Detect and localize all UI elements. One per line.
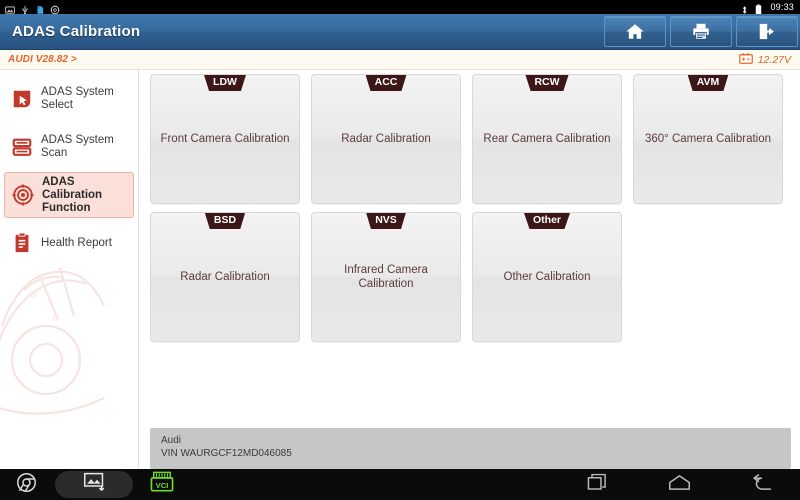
sidebar-nav-list: ADAS System Select ADAS System Scan ADAS… bbox=[0, 70, 138, 266]
calibration-card-grid: LDW Front Camera Calibration ACC Radar C… bbox=[150, 72, 791, 342]
card-tag: BSD bbox=[204, 213, 246, 229]
card-tag: RCW bbox=[525, 75, 569, 91]
version-bar: AUDI V28.82 > 12.27V bbox=[0, 50, 800, 70]
home-icon bbox=[625, 22, 645, 41]
card-label: Radar Calibration bbox=[180, 271, 270, 283]
calibration-card[interactable]: Other Other Calibration bbox=[472, 212, 622, 342]
voltage-indicator: 12.27V bbox=[738, 51, 800, 69]
back-arrow-icon bbox=[750, 473, 773, 497]
settings-icon bbox=[50, 2, 60, 15]
vehicle-info-panel: Audi VIN WAURGCF12MD046085 bbox=[150, 428, 791, 469]
app-header: ADAS Calibration bbox=[0, 14, 800, 50]
sidebar-item-label: ADAS Calibration Function bbox=[42, 175, 103, 214]
browser-button[interactable] bbox=[0, 469, 52, 500]
home-nav-button[interactable] bbox=[662, 469, 696, 500]
system-nav-group bbox=[580, 469, 800, 500]
sidebar-item-label: ADAS System Scan bbox=[41, 134, 114, 159]
calibration-card[interactable]: LDW Front Camera Calibration bbox=[150, 74, 300, 204]
card-label: Other Calibration bbox=[503, 271, 591, 283]
usb-icon bbox=[20, 2, 30, 15]
home-nav-icon bbox=[668, 473, 691, 497]
sidebar-item-label: ADAS System Select bbox=[41, 86, 114, 111]
sdcard-icon bbox=[35, 2, 45, 14]
app-root: 09:33 ADAS Calibration AUDI V28.82 > 12.… bbox=[0, 0, 800, 500]
page-title: ADAS Calibration bbox=[12, 23, 141, 40]
card-tag: NVS bbox=[366, 213, 406, 229]
recent-apps-icon bbox=[587, 473, 608, 497]
exit-button[interactable] bbox=[736, 15, 798, 47]
scan-list-icon bbox=[11, 136, 33, 158]
android-status-bar: 09:33 bbox=[0, 0, 800, 15]
clipboard-report-icon bbox=[11, 232, 33, 254]
card-tag: ACC bbox=[365, 75, 407, 91]
recent-apps-button[interactable] bbox=[580, 469, 614, 500]
bluetooth-icon bbox=[740, 2, 750, 14]
print-button[interactable] bbox=[670, 15, 732, 47]
card-label: Rear Camera Calibration bbox=[483, 133, 611, 145]
calibration-card[interactable]: AVM 360° Camera Calibration bbox=[633, 74, 783, 204]
screenshot-button[interactable] bbox=[55, 471, 133, 498]
printer-icon bbox=[691, 22, 711, 41]
back-nav-button[interactable] bbox=[744, 469, 778, 500]
card-label: Front Camera Calibration bbox=[160, 133, 290, 145]
card-tag: LDW bbox=[204, 75, 246, 91]
calibration-card[interactable]: BSD Radar Calibration bbox=[150, 212, 300, 342]
screenshot-capture-icon bbox=[83, 472, 106, 497]
sidebar-item-adas-system-scan[interactable]: ADAS System Scan bbox=[4, 124, 134, 170]
calibration-card[interactable]: ACC Radar Calibration bbox=[311, 74, 461, 204]
voltage-value: 12.27V bbox=[757, 53, 791, 66]
sidebar-item-label: Health Report bbox=[41, 236, 112, 249]
vci-button[interactable]: VCI bbox=[136, 469, 188, 500]
card-tag: AVM bbox=[687, 75, 729, 91]
header-button-group bbox=[602, 15, 800, 49]
cursor-select-icon bbox=[11, 88, 33, 110]
battery-icon bbox=[755, 2, 765, 15]
vehicle-make: Audi bbox=[161, 435, 182, 446]
status-bar-right-icons: 09:33 bbox=[740, 2, 800, 15]
sidebar-item-adas-system-select[interactable]: ADAS System Select bbox=[4, 76, 134, 122]
sidebar: ADAS System Select ADAS System Scan ADAS… bbox=[0, 70, 139, 469]
screenshot-icon bbox=[5, 2, 15, 14]
sidebar-item-health-report[interactable]: Health Report bbox=[4, 220, 134, 266]
browser-icon bbox=[16, 472, 37, 498]
card-label: Radar Calibration bbox=[341, 133, 431, 145]
target-icon bbox=[12, 184, 34, 206]
card-label: 360° Camera Calibration bbox=[644, 133, 772, 145]
nav-left-group: VCI bbox=[0, 469, 188, 500]
calibration-card[interactable]: RCW Rear Camera Calibration bbox=[472, 74, 622, 204]
calibration-card[interactable]: NVS Infrared Camera Calibration bbox=[311, 212, 461, 342]
svg-text:VCI: VCI bbox=[156, 481, 169, 490]
card-label: Infrared Camera Calibration bbox=[344, 264, 428, 290]
main-content: LDW Front Camera Calibration ACC Radar C… bbox=[139, 70, 800, 469]
card-tag: Other bbox=[523, 213, 571, 229]
home-button[interactable] bbox=[604, 15, 666, 47]
bottom-nav-bar: VCI bbox=[0, 469, 800, 500]
battery-voltage-icon bbox=[738, 51, 753, 69]
sidebar-item-adas-calibration-function[interactable]: ADAS Calibration Function bbox=[4, 172, 134, 218]
vehicle-vin: VIN WAURGCF12MD046085 bbox=[161, 448, 292, 459]
vci-connector-icon: VCI bbox=[149, 471, 175, 498]
vehicle-version-link[interactable]: AUDI V28.82 > bbox=[0, 54, 77, 65]
status-bar-left-icons bbox=[0, 2, 60, 15]
status-bar-clock: 09:33 bbox=[770, 2, 794, 12]
exit-icon bbox=[757, 22, 777, 41]
